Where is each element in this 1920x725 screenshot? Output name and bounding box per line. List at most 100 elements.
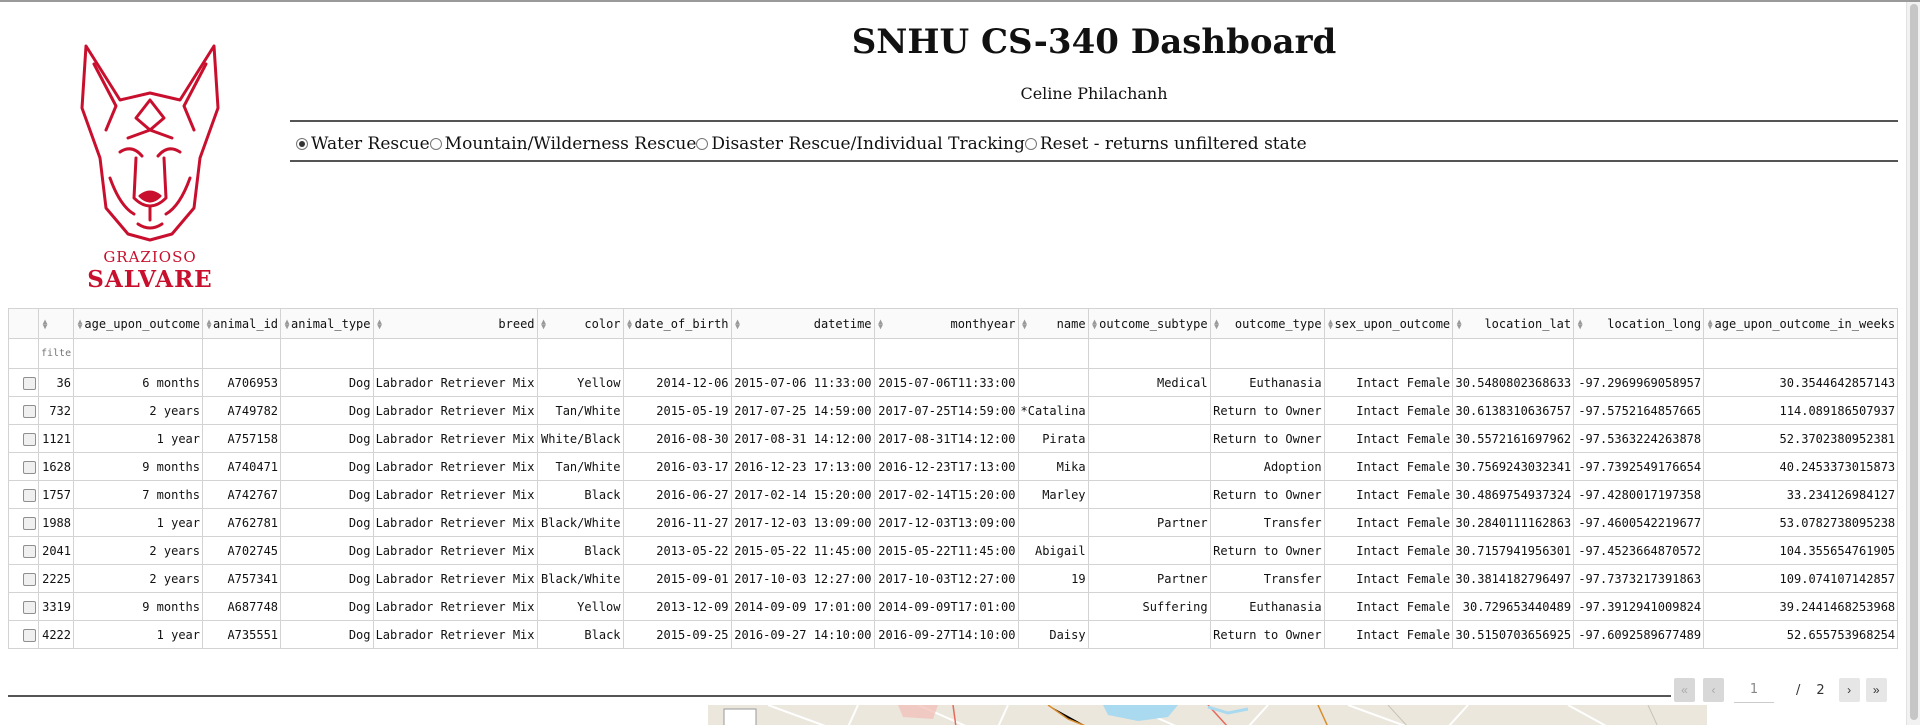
table-row[interactable]: 2041 2 years A702745 Dog Labrador Retriever … <box>8 536 1899 565</box>
table-row[interactable]: 1988 1 year A762781 Dog Labrador Retriever M… <box>8 508 1899 537</box>
row-select-cell <box>8 396 39 425</box>
column-filter-input[interactable] <box>41 348 71 359</box>
geolocation-map[interactable] <box>708 705 1707 725</box>
column-filter-input[interactable] <box>283 348 371 359</box>
table-cell-age_upon_outcome_in_weeks: 114.089186507937 <box>1703 396 1899 425</box>
column-header[interactable]: ▲ ▼ location_lat <box>1452 308 1575 339</box>
column-header[interactable]: ▲ ▼ date_of_birth <box>622 308 732 339</box>
column-filter-input[interactable] <box>1576 348 1702 359</box>
table-row[interactable]: 1628 9 months A740471 Dog Labrador Retriever… <box>8 452 1899 481</box>
table-cell-datetime: 2015-07-06 11:33:00 <box>730 368 875 397</box>
first-page-button[interactable]: « <box>1674 678 1695 702</box>
column-header[interactable]: ▲ ▼ name <box>1017 308 1089 339</box>
sort-icon[interactable]: ▲ ▼ <box>540 317 548 330</box>
column-header[interactable]: ▲ ▼ color <box>536 308 624 339</box>
column-filter-input[interactable] <box>539 348 621 359</box>
row-checkbox[interactable] <box>23 544 36 558</box>
column-header[interactable]: ▲ ▼ location_long <box>1573 308 1705 339</box>
column-header[interactable]: ▲ ▼ datetime <box>730 308 875 339</box>
column-filter-input[interactable] <box>625 348 729 359</box>
table-row[interactable]: 2225 2 years A757341 Dog Labrador Retriever … <box>8 564 1899 593</box>
sort-icon[interactable]: ▲ ▼ <box>1706 317 1714 330</box>
total-pages: 2 <box>1816 682 1825 698</box>
column-filter-input[interactable] <box>1706 348 1896 359</box>
column-header[interactable]: ▲ ▼ animal_id <box>201 308 282 339</box>
table-cell-sex_upon_outcome: Intact Female <box>1323 592 1454 621</box>
column-header[interactable]: ▲ ▼ sex_upon_outcome <box>1323 308 1454 339</box>
sort-icon[interactable]: ▲ ▼ <box>626 317 634 330</box>
table-row[interactable]: 3319 9 months A687748 Dog Labrador Retriever… <box>8 592 1899 621</box>
sort-icon[interactable]: ▲ ▼ <box>76 317 84 330</box>
sort-icon[interactable]: ▲ ▼ <box>877 317 885 330</box>
column-filter-input[interactable] <box>1090 348 1208 359</box>
next-page-button[interactable]: › <box>1838 678 1860 702</box>
table-row[interactable]: 36 6 months A706953 Dog Labrador Retriever M… <box>8 368 1899 397</box>
current-page-input[interactable] <box>1734 677 1774 703</box>
column-filter-input[interactable] <box>876 348 1016 359</box>
radio-water-rescue[interactable]: Water Rescue <box>296 134 430 154</box>
sort-icon[interactable]: ▲ ▼ <box>1327 317 1335 330</box>
table-cell-color: Yellow <box>536 592 624 621</box>
radio-unchecked-icon[interactable] <box>1024 138 1037 150</box>
column-filter-input[interactable] <box>1212 348 1322 359</box>
column-header[interactable]: ▲ ▼ outcome_subtype <box>1087 308 1211 339</box>
table-cell-date_of_birth: 2013-12-09 <box>622 592 732 621</box>
column-header[interactable]: ▲ ▼ outcome_type <box>1209 308 1325 339</box>
column-filter-input[interactable] <box>1326 348 1451 359</box>
sort-icon[interactable]: ▲ ▼ <box>734 317 742 330</box>
table-cell-index: 1988 <box>38 508 74 537</box>
column-filter-input[interactable] <box>733 348 872 359</box>
column-filter-input[interactable] <box>1020 348 1086 359</box>
column-filter-input[interactable] <box>205 348 279 359</box>
table-row[interactable]: 1121 1 year A757158 Dog Labrador Retriever M… <box>8 424 1899 453</box>
table-cell-name: Daisy <box>1017 620 1089 649</box>
last-page-button[interactable]: » <box>1865 678 1887 702</box>
table-cell-outcome_subtype <box>1087 424 1211 453</box>
column-filter-input[interactable] <box>375 348 535 359</box>
table-row[interactable]: 732 2 years A749782 Dog Labrador Retriever M… <box>8 396 1899 425</box>
sort-icon[interactable]: ▲ ▼ <box>1021 317 1029 330</box>
radio-mountain-rescue[interactable]: Mountain/Wilderness Rescue <box>429 134 696 154</box>
radio-unchecked-icon[interactable] <box>696 138 709 150</box>
sort-icon[interactable]: ▲ ▼ <box>1576 317 1584 330</box>
row-checkbox[interactable] <box>23 376 36 390</box>
column-header[interactable]: ▲ ▼ breed <box>372 308 538 339</box>
table-cell-color: Black <box>536 620 624 649</box>
table-row[interactable]: 1757 7 months A742767 Dog Labrador Retriever… <box>8 480 1899 509</box>
page-scrollbar-thumb[interactable] <box>1910 4 1918 720</box>
sort-icon[interactable]: ▲ ▼ <box>205 317 213 330</box>
row-checkbox[interactable] <box>23 516 36 530</box>
previous-page-button[interactable]: ‹ <box>1703 678 1724 702</box>
column-header[interactable]: ▲ ▼ age_upon_outcome_in_weeks <box>1703 308 1899 339</box>
row-checkbox[interactable] <box>23 628 36 642</box>
column-header[interactable]: ▲ ▼ monthyear <box>873 308 1019 339</box>
column-filter-input[interactable] <box>1455 348 1572 359</box>
column-header[interactable]: ▲ ▼ age_upon_outcome <box>73 308 203 339</box>
row-checkbox[interactable] <box>23 572 36 586</box>
row-checkbox[interactable] <box>23 432 36 446</box>
sort-icon[interactable]: ▲ ▼ <box>376 317 384 330</box>
radio-disaster-rescue[interactable]: Disaster Rescue/Individual Tracking <box>696 134 1025 154</box>
page-scrollbar[interactable] <box>1906 2 1920 725</box>
row-checkbox[interactable] <box>23 404 36 418</box>
column-header[interactable]: ▲ ▼ <box>38 308 74 339</box>
filter-cell <box>8 338 39 369</box>
table-cell-outcome_subtype: Medical <box>1087 368 1211 397</box>
sort-icon[interactable]: ▲ ▼ <box>283 317 291 330</box>
sort-icon[interactable]: ▲ ▼ <box>1455 317 1463 330</box>
sort-icon[interactable]: ▲ ▼ <box>1213 317 1221 330</box>
row-checkbox[interactable] <box>23 600 36 614</box>
row-checkbox[interactable] <box>23 460 36 474</box>
radio-unchecked-icon[interactable] <box>429 138 442 150</box>
table-cell-outcome_type: Transfer <box>1209 508 1325 537</box>
radio-checked-icon[interactable] <box>296 138 308 150</box>
row-checkbox[interactable] <box>23 488 36 502</box>
sort-icon[interactable]: ▲ ▼ <box>41 317 49 330</box>
radio-reset[interactable]: Reset - returns unfiltered state <box>1024 134 1307 154</box>
table-row[interactable]: 4222 1 year A735551 Dog Labrador Retriever M… <box>8 620 1899 649</box>
logo-text-grazioso: GRAZIOSO <box>103 248 197 266</box>
column-filter-input[interactable] <box>76 348 200 359</box>
sort-icon[interactable]: ▲ ▼ <box>1091 317 1099 330</box>
column-header[interactable]: ▲ ▼ animal_type <box>280 308 374 339</box>
table-cell-index: 36 <box>38 368 74 397</box>
